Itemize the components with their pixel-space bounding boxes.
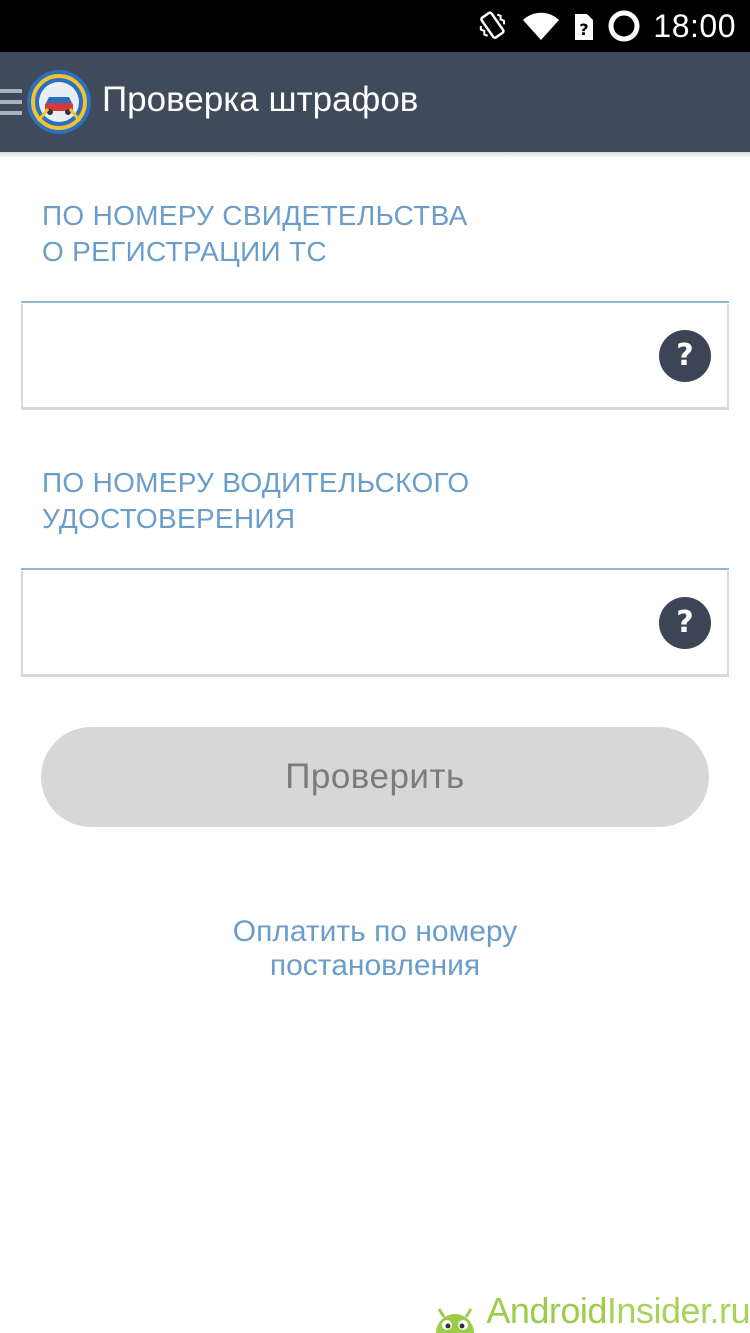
- pay-by-resolution-link[interactable]: Оплатить по номеру постановления: [0, 915, 750, 983]
- android-robot-icon: [436, 1308, 475, 1333]
- wifi-icon: [523, 12, 560, 40]
- watermark-brand: Android: [486, 1290, 607, 1331]
- vehicle-registration-title: ПО НОМЕРУ СВИДЕТЕЛЬСТВА О РЕГИСТРАЦИИ ТС: [42, 200, 468, 267]
- vehicle-registration-help-button[interactable]: ?: [659, 330, 711, 382]
- section-divider: [21, 568, 729, 570]
- action-bar-shadow: [0, 152, 750, 158]
- driver-license-field-box: ?: [21, 571, 729, 677]
- traffic-police-emblem-icon[interactable]: [26, 69, 92, 135]
- driver-license-title: ПО НОМЕРУ ВОДИТЕЛЬСКОГО УДОСТОВЕРЕНИЯ: [42, 467, 470, 534]
- no-sim-icon: ?: [575, 14, 594, 40]
- driver-license-input[interactable]: [41, 591, 645, 653]
- vehicle-registration-field-box: ?: [21, 304, 729, 410]
- watermark-text: AndroidInsider.ru: [486, 1289, 750, 1333]
- app-title: Проверка штрафов: [102, 80, 419, 119]
- androidinsider-watermark: AndroidInsider.ru: [432, 1283, 750, 1333]
- watermark-rest: Insider.ru: [606, 1290, 750, 1331]
- vehicle-registration-input[interactable]: [41, 324, 645, 386]
- menu-icon[interactable]: [0, 89, 22, 115]
- status-icons: ? 18:00: [477, 0, 736, 52]
- status-bar: ? 18:00: [0, 0, 750, 52]
- check-button[interactable]: Проверить: [41, 727, 709, 827]
- battery-ring-icon: [608, 10, 640, 42]
- driver-license-help-button[interactable]: ?: [659, 597, 711, 649]
- status-time: 18:00: [653, 7, 736, 44]
- action-bar: Проверка штрафов: [0, 52, 750, 152]
- section-divider: [21, 301, 729, 303]
- svg-text:?: ?: [580, 20, 589, 39]
- vibrate-icon: [480, 11, 506, 39]
